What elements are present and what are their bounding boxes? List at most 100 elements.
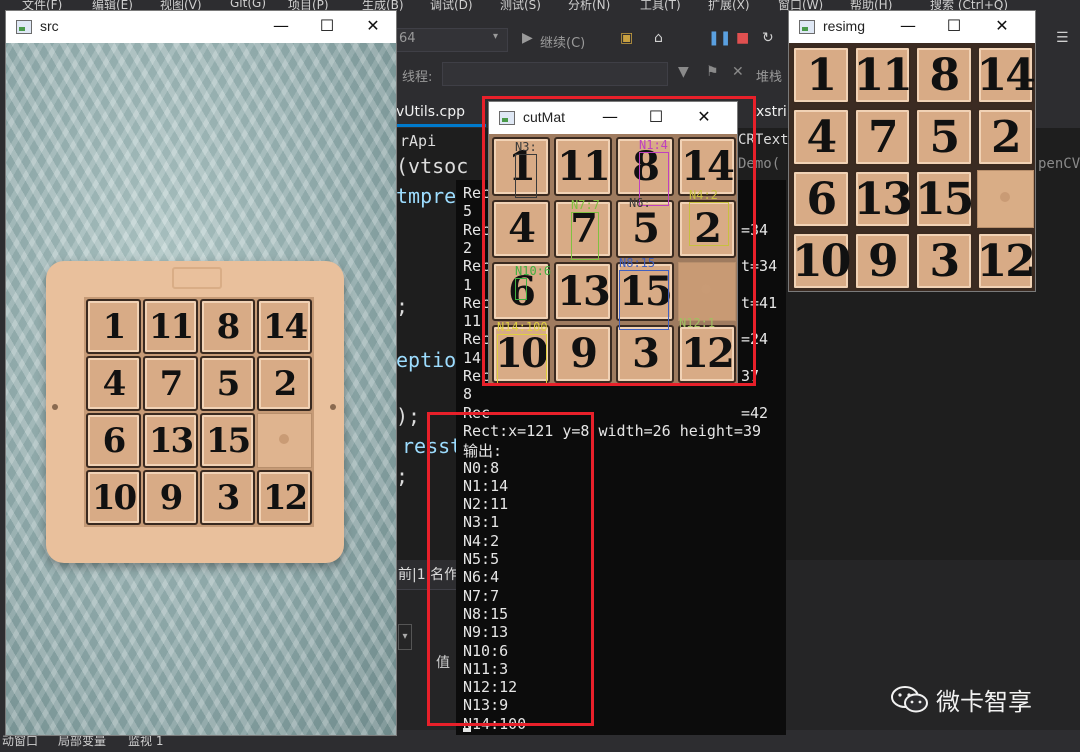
tile-number: 1 (102, 306, 127, 347)
src-window[interactable]: src — ☐ ✕ 1 11 8 14 4 7 5 2 6 13 15 10 9 3 12 (5, 10, 397, 736)
console-line-tail: =42 (741, 403, 769, 422)
puzzle-tile: 12 (257, 470, 312, 525)
tile-number: 11 (148, 306, 194, 347)
app-icon (799, 20, 815, 34)
tile-number: 14 (976, 49, 1035, 101)
menu-test[interactable]: 测试(S) (500, 0, 541, 13)
menu-analyze[interactable]: 分析(N) (568, 0, 610, 13)
watermark-text: 微卡智享 (936, 688, 1032, 716)
highlight-cutmat (482, 96, 756, 386)
puzzle-tile: 14 (257, 299, 312, 354)
frame-dot (330, 404, 336, 410)
resimg-window[interactable]: resimg — ☐ ✕ 1 11 8 14 4 7 5 2 6 13 15 10 9 3 12 (788, 10, 1036, 292)
tile-number: 5 (929, 111, 960, 163)
puzzle-tile: 8 (915, 46, 973, 104)
tile-number: 9 (159, 477, 184, 518)
maximize-icon[interactable]: ☐ (304, 11, 350, 43)
minimize-icon[interactable]: — (258, 11, 304, 43)
tile-number: 10 (792, 235, 851, 287)
clear-icon[interactable]: ✕ (732, 64, 744, 80)
tile-number: 13 (148, 420, 194, 461)
puzzle-tile: 3 (200, 470, 255, 525)
console-line: 8 (463, 385, 473, 404)
menu-tools[interactable]: 工具(T) (640, 0, 681, 13)
filter-icon[interactable]: ▼ (678, 64, 689, 80)
resimg-title: resimg (823, 18, 866, 34)
app-icon (16, 20, 32, 34)
chevron-down-icon[interactable]: ▾ (398, 624, 412, 650)
tile-number: 1 (806, 49, 837, 101)
close-icon[interactable]: ✕ (350, 11, 396, 43)
tile-number: 4 (102, 363, 127, 404)
console-line: 14 (463, 348, 482, 367)
src-title: src (40, 18, 59, 34)
frame-tab (172, 267, 222, 289)
menu-git[interactable]: Git(G) (230, 0, 266, 10)
puzzle-tile: 7 (143, 356, 198, 411)
puzzle-tile: 4 (792, 108, 850, 166)
frame-dot (52, 404, 58, 410)
restart-icon[interactable]: ↻ (762, 30, 774, 46)
toolbar-overflow-icon[interactable]: ☰ (1056, 30, 1069, 46)
continue-button[interactable]: 继续(C) (540, 32, 585, 51)
console-cursor (463, 728, 471, 732)
tile-number: 6 (806, 173, 837, 225)
puzzle-board: 1 11 8 14 4 7 5 2 6 13 15 10 9 3 12 (84, 297, 314, 527)
tile-number: 2 (273, 363, 298, 404)
src-titlebar[interactable]: src — ☐ ✕ (6, 11, 396, 43)
tile-number: 2 (990, 111, 1022, 163)
console-line: 2 (463, 238, 473, 257)
code-line-5: ); (396, 404, 421, 428)
tile-number: 11 (853, 49, 913, 101)
watermark: 微卡智享 (890, 682, 1032, 717)
stop-icon[interactable]: ■ (736, 30, 749, 46)
puzzle-tile: 9 (143, 470, 198, 525)
console-line: 1 (463, 275, 473, 294)
close-icon[interactable]: ✕ (979, 11, 1025, 43)
tile-number: 12 (262, 477, 308, 518)
wechat-icon (890, 684, 930, 716)
puzzle-tile: 8 (200, 299, 255, 354)
puzzle-tile: 4 (86, 356, 141, 411)
flag-icon[interactable]: ⚑ (706, 64, 719, 80)
maximize-icon[interactable]: ☐ (931, 11, 977, 43)
puzzle-tile: 10 (86, 470, 141, 525)
console-line: 11 (463, 312, 482, 331)
minimize-icon[interactable]: — (885, 11, 931, 43)
tile-number: 15 (205, 420, 251, 461)
tile-number: 5 (216, 363, 241, 404)
menu-debug[interactable]: 调试(D) (430, 0, 473, 13)
puzzle-tile: 2 (257, 356, 312, 411)
find-icon[interactable]: ▣ (620, 30, 633, 46)
home-icon[interactable]: ⌂ (654, 30, 663, 46)
tile-number: 7 (159, 363, 184, 404)
tile-number: 7 (867, 111, 899, 163)
puzzle-tile: 5 (200, 356, 255, 411)
active-tab-indicator (396, 124, 486, 127)
tile-number: 3 (929, 235, 960, 287)
src-photo: 1 11 8 14 4 7 5 2 6 13 15 10 9 3 12 (6, 43, 396, 735)
nav-member-dropdown[interactable]: rApi (400, 132, 436, 150)
thread-label: 线程: (402, 70, 433, 85)
console-line: 5 (463, 202, 473, 221)
puzzle-tile: 9 (853, 232, 911, 290)
tile-number: 6 (102, 420, 127, 461)
tile-number: 3 (216, 477, 241, 518)
code-line-1: (vtsoc (396, 154, 469, 178)
platform-dropdown[interactable]: 64 ▾ (396, 28, 508, 52)
chevron-down-icon: ▾ (493, 31, 499, 42)
puzzle-tile: 3 (915, 232, 973, 290)
menu-extensions[interactable]: 扩展(X) (708, 0, 750, 13)
pause-icon[interactable]: ❚❚ (708, 30, 731, 46)
tile-number: 8 (216, 306, 241, 347)
puzzle-frame: 1 11 8 14 4 7 5 2 6 13 15 10 9 3 12 (46, 261, 344, 563)
play-icon[interactable]: ▶ (522, 30, 533, 46)
thread-dropdown[interactable] (442, 62, 668, 86)
resimg-image: 1 11 8 14 4 7 5 2 6 13 15 10 9 3 12 (789, 43, 1035, 291)
tile-number: 12 (976, 235, 1035, 287)
puzzle-tile: 5 (915, 108, 973, 166)
puzzle-tile: 1 (86, 299, 141, 354)
tile-number: 8 (929, 49, 960, 101)
tab-vutils-cpp[interactable]: vUtils.cpp (396, 104, 465, 120)
resimg-titlebar[interactable]: resimg — ☐ ✕ (789, 11, 1035, 43)
